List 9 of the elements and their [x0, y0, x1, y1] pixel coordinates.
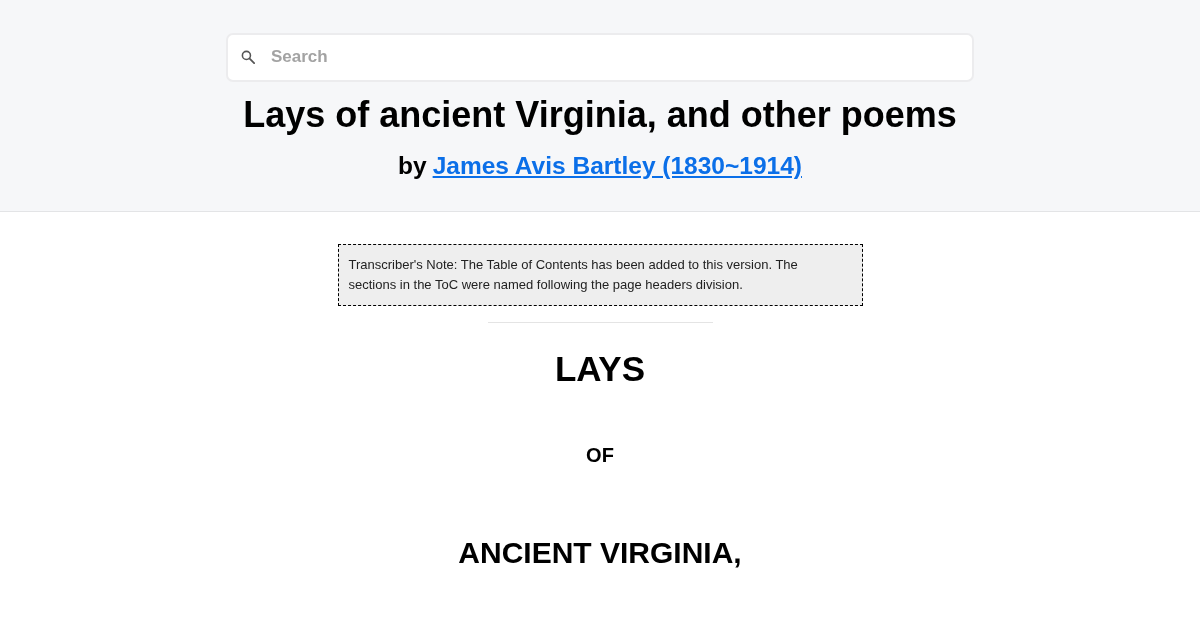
author-link[interactable]: James Avis Bartley (1830~1914) [432, 151, 802, 181]
byline-prefix: by [398, 151, 427, 181]
search-field[interactable]: Search [226, 33, 974, 82]
title-page-heading: OF [586, 443, 614, 467]
title-page-heading: LAYS [554, 348, 646, 390]
book-title: Lays of ancient Virginia, and other poems [243, 93, 957, 136]
title-page-heading: ANCIENT VIRGINIA, [458, 535, 742, 571]
transcriber-note: Transcriber's Note: The Table of Contents has been added to this version. The sections in the ToC were named following the page headers division. [337, 244, 863, 306]
search-icon [241, 50, 255, 64]
